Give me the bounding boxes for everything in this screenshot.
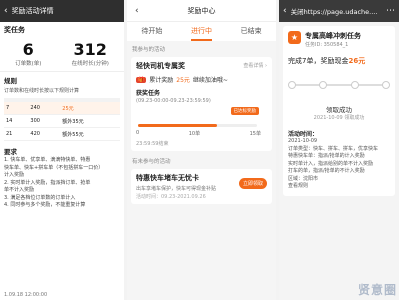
section-subhead: 我参与的活动 <box>132 47 166 53</box>
table-row: 21 420 额外55元 <box>4 127 120 141</box>
page-title: 奖励活动详情 <box>11 7 54 15</box>
panel-activity-detail: ‹ 奖励活动详情 奖任务 6 订单数(单) 312 在线时长(分钟) 规则 订单… <box>0 0 124 300</box>
progress-dot <box>381 81 390 89</box>
tab-pending[interactable]: 待开始 <box>141 26 162 41</box>
table-cell: 7 <box>4 102 29 115</box>
footer-timestamp: 1.09.18 12:00:00 <box>4 292 48 298</box>
task-id: 任务ID: 350584_1 <box>305 42 349 48</box>
reward-row: 🎁 累计奖励 25元 继续加油哦~ <box>136 75 267 84</box>
task-header: ★ 专属高峰冲刺任务 任务ID: 350584_1 <box>288 31 390 48</box>
rules-table: 7 240 25元 14 300 额外35元 21 420 额外55元 <box>4 98 120 141</box>
requirements-title: 要求 <box>4 148 17 156</box>
requirement-line: 单不计入奖励 <box>4 187 35 193</box>
stat-orders-label: 订单数(单) <box>15 61 42 67</box>
section-title: 奖任务 <box>4 26 25 34</box>
task-time: (09.23-00:00-09.23-23:59:59) <box>136 98 211 104</box>
progress-steps <box>288 78 390 96</box>
progress-dot <box>350 81 359 89</box>
more-icon[interactable]: ⋯ <box>382 6 399 16</box>
progress-track <box>138 124 257 127</box>
activity-card[interactable]: 轻快司机专属奖 查看详情 › 🎁 累计奖励 25元 继续加油哦~ 获奖任务 (0… <box>131 57 272 151</box>
table-cell: 21 <box>4 127 29 141</box>
stat-orders: 6 订单数(单) <box>15 40 41 67</box>
progress-fill <box>138 124 217 127</box>
progress-bar: 已达标奖励 0 10单 15单 <box>136 107 267 138</box>
progress-dots <box>288 81 390 89</box>
requirement-line: 3. 满足各档位订单数的订单计入 <box>4 194 76 201</box>
progress-tip: 已达标奖励 <box>230 107 259 115</box>
section-subhead: 有未参与的活动 <box>132 159 171 165</box>
progress-label: 15单 <box>249 131 261 137</box>
task-title: 专属高峰冲刺任务 <box>305 32 361 40</box>
table-cell: 300 <box>28 114 61 128</box>
stat-online-label: 在线时长(分钟) <box>71 61 109 67</box>
rules-title: 规则 <box>4 77 17 85</box>
table-cell: 240 <box>28 102 61 115</box>
progress-dot <box>288 81 296 89</box>
completion-text: 完成7单，奖励现金 <box>288 57 349 65</box>
panel-task-webview: ‹ 关闭https://page.udache.... ⋯ ★ 专属高峰冲刺任务… <box>279 0 399 300</box>
requirement-line: 4. 同时参与多个奖励，不能重复计算 <box>4 202 86 208</box>
detail-line: 打车的单，指派/抢单的不计入奖励 <box>288 168 365 174</box>
requirement-line: 1. 快车单、优享单、滴滴特快单、特惠 <box>4 157 91 163</box>
table-cell: 420 <box>28 127 61 141</box>
page-body: ★ 专属高峰冲刺任务 任务ID: 350584_1 完成7单，奖励现金26元 领… <box>279 22 399 300</box>
detail-line: 订单类型：快车、拼车、拼车，优享快车 <box>288 145 379 152</box>
requirement-line: 快车单、快车+拼车单（不包括拼车一口价） <box>4 164 104 171</box>
gift-icon: 🎁 <box>136 76 147 83</box>
page-title: 奖励中心 <box>187 6 216 15</box>
progress-dot <box>319 81 328 89</box>
detail-title: 活动时间： <box>288 131 319 138</box>
back-arrow-icon[interactable]: ‹ <box>135 6 139 16</box>
table-row: 14 300 额外35元 <box>4 114 120 128</box>
tab-in-progress[interactable]: 进行中 <box>190 26 212 41</box>
table-row: 7 240 25元 <box>4 102 120 115</box>
stat-orders-value: 6 <box>22 40 34 59</box>
table-cell: 额外55元 <box>60 127 120 141</box>
stats-row: 6 订单数(单) 312 在线时长(分钟) <box>0 38 124 72</box>
reward-suffix: 继续加油哦~ <box>192 77 228 84</box>
tab-bar: 待开始 进行中 已结束 <box>127 22 276 41</box>
back-arrow-icon[interactable]: ‹ <box>4 6 8 16</box>
reward-amount: 25元 <box>176 77 190 84</box>
activity-time: 活动时间：09.23-2021.09.26 <box>136 194 206 200</box>
progress-label: 0 <box>136 130 140 136</box>
claim-button[interactable]: 立即领取 <box>238 178 267 189</box>
deadline-text: 23:59:59结束 <box>136 141 169 147</box>
requirement-line: 2. 实时单计入奖励，指派挡订单、抢单 <box>4 179 91 186</box>
completion-amount: 26元 <box>348 57 366 65</box>
view-details-link[interactable]: 查看详情 › <box>243 62 267 69</box>
detail-line: 区域：沈阳市 <box>288 175 319 182</box>
reward-label: 累计奖励 <box>149 77 174 84</box>
task-card: ★ 专属高峰冲刺任务 任务ID: 350584_1 完成7单，奖励现金26元 领… <box>283 26 395 196</box>
progress-labels: 0 10单 15单 <box>136 130 261 137</box>
watermark-logo: 贤意圈 <box>357 283 397 297</box>
tab-ended[interactable]: 已结束 <box>241 26 262 41</box>
claimed-time: 2021-10-09 领取成功 <box>313 115 365 121</box>
url-text[interactable]: 关闭https://page.udache.... <box>291 6 382 16</box>
back-arrow-icon[interactable]: ‹ <box>283 6 287 16</box>
completion-line: 完成7单，奖励现金26元 <box>288 56 390 66</box>
header-bar: ‹ 奖励中心 <box>127 0 276 22</box>
task-icon: ★ <box>288 31 301 44</box>
panel-reward-center: ‹ 奖励中心 待开始 进行中 已结束 我参与的活动 轻快司机专属奖 查看详情 ›… <box>127 0 276 300</box>
table-cell: 14 <box>4 114 29 128</box>
stat-online-value: 312 <box>73 40 107 59</box>
view-rules-link[interactable]: 查看规则 <box>288 183 390 191</box>
activity-card[interactable]: 特惠快车堵车无忧卡 出车享堵车保护，快车可得现金补贴 活动时间：09.23-20… <box>131 169 272 204</box>
detail-line: 特惠快车单：指派/抢单的计入奖励 <box>288 153 365 159</box>
detail-line: 实时单计入，指派给别的单不计入奖励 <box>288 160 374 167</box>
requirement-line: 计入奖励 <box>4 172 25 178</box>
header-bar: ‹ 奖励活动详情 <box>0 0 124 22</box>
task-title: 获奖任务 <box>136 90 161 97</box>
stat-online: 312 在线时长(分钟) <box>72 40 109 67</box>
table-cell: 25元 <box>60 102 120 115</box>
progress-label: 10单 <box>188 131 201 137</box>
rules-text: 订单数和在线时长按以下规则计算 <box>4 88 80 94</box>
detail-line: 2021-10-09 <box>288 138 318 144</box>
claimed-status: 领取成功 <box>326 106 352 114</box>
browser-bar: ‹ 关闭https://page.udache.... ⋯ <box>279 0 399 22</box>
table-cell: 额外35元 <box>60 114 120 128</box>
